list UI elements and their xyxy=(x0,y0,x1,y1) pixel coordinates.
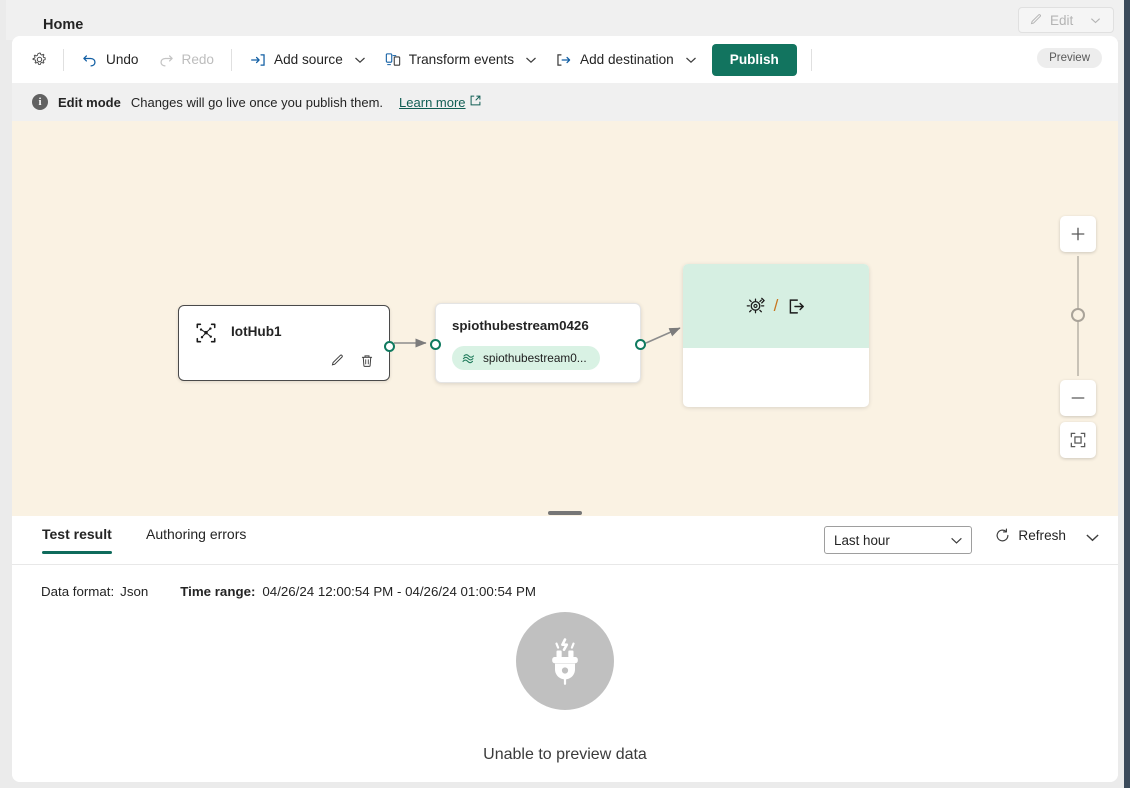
edit-mode-notice: i Edit mode Changes will go live once yo… xyxy=(12,83,1118,121)
ribbon-tabstrip: Home xyxy=(6,0,1124,40)
node-transform-or-destination[interactable]: / Transform events or add destination xyxy=(683,264,869,407)
right-edge-rail xyxy=(1124,0,1130,788)
node-eventstream-pill-label: spiothubestream0... xyxy=(483,351,587,365)
node-iothub-title: IotHub1 xyxy=(231,324,282,339)
node-iothub-output-port[interactable] xyxy=(384,341,395,352)
pencil-icon xyxy=(1030,13,1041,24)
refresh-label: Refresh xyxy=(1018,528,1066,543)
node-eventstream[interactable]: spiothubestream0426 spiothubestream0... xyxy=(430,303,646,383)
zoom-in-button[interactable] xyxy=(1060,216,1096,252)
tab-test-result[interactable]: Test result xyxy=(42,526,112,554)
edit-mode-title: Edit mode xyxy=(58,94,121,110)
publish-button[interactable]: Publish xyxy=(711,43,797,76)
empty-state-message: Unable to preview data xyxy=(483,746,647,763)
settings-button[interactable] xyxy=(24,45,55,75)
node-eventstream-pill[interactable]: spiothubestream0... xyxy=(452,346,600,370)
iot-hub-icon xyxy=(195,322,217,349)
add-source-label: Add source xyxy=(274,52,343,67)
tab-authoring-errors[interactable]: Authoring errors xyxy=(146,526,246,554)
tab-test-result-label: Test result xyxy=(42,526,112,542)
zoom-slider-track[interactable] xyxy=(1071,256,1085,376)
preview-badge-label: Preview xyxy=(1049,52,1090,64)
empty-state: Unable to preview data xyxy=(12,612,1118,764)
result-meta: Data format: Json Time range: 04/26/24 1… xyxy=(41,584,536,599)
node-eventstream-input-port[interactable] xyxy=(430,339,441,350)
chevron-down-icon xyxy=(526,57,536,63)
chevron-down-icon xyxy=(354,57,365,63)
eventstream-canvas[interactable]: IotHub1 spiothubestream0426 spiothubestr… xyxy=(12,121,1118,510)
splitter-handle[interactable] xyxy=(548,511,582,515)
edit-mode-message: Changes will go live once you publish th… xyxy=(130,94,384,110)
chevron-down-icon xyxy=(685,57,696,63)
chevron-down-icon xyxy=(1091,17,1101,23)
learn-more-link[interactable]: Learn more xyxy=(399,95,480,110)
time-range-label: Time range: xyxy=(180,584,256,599)
bottom-panel: Test result Authoring errors Last hour R… xyxy=(12,516,1118,782)
chevron-down-icon xyxy=(951,537,962,544)
refresh-button[interactable]: Refresh xyxy=(994,527,1066,544)
canvas-zoom-controls xyxy=(1060,216,1096,458)
edit-mode-button-label: Edit xyxy=(1050,12,1074,28)
zoom-slider-thumb[interactable] xyxy=(1071,308,1085,322)
data-format-value: Json xyxy=(120,584,149,599)
undo-button[interactable]: Undo xyxy=(72,45,148,75)
toolbar-separator xyxy=(231,48,232,71)
transform-icon xyxy=(746,297,765,313)
transform-events-button[interactable]: Transform events xyxy=(375,45,546,75)
edit-mode-button[interactable]: Edit xyxy=(1018,7,1114,33)
app-root: Home Edit Undo Redo Add source Transform… xyxy=(6,0,1124,788)
refresh-icon xyxy=(996,528,1009,542)
node-eventstream-output-port[interactable] xyxy=(635,339,646,350)
node-eventstream-title: spiothubestream0426 xyxy=(452,318,589,333)
info-icon: i xyxy=(32,94,48,110)
tab-test-result-underline xyxy=(42,551,112,554)
plug-icon xyxy=(516,612,614,710)
export-icon xyxy=(790,298,805,314)
node-transform-icons: / xyxy=(683,264,869,348)
external-link-icon xyxy=(470,95,480,105)
fit-screen-icon xyxy=(1070,432,1086,448)
add-destination-button[interactable]: Add destination xyxy=(546,45,706,75)
trash-icon[interactable] xyxy=(359,353,375,374)
plus-icon xyxy=(1071,227,1085,241)
preview-badge: Preview xyxy=(1037,48,1102,68)
add-source-button[interactable]: Add source xyxy=(240,45,375,75)
redo-icon xyxy=(159,54,173,66)
node-transform-separator: / xyxy=(773,296,779,315)
add-destination-icon xyxy=(557,53,571,66)
command-bar: Undo Redo Add source Transform events Ad… xyxy=(12,36,1118,83)
zoom-out-button[interactable] xyxy=(1060,380,1096,416)
transform-events-icon xyxy=(385,52,400,66)
tab-authoring-errors-label: Authoring errors xyxy=(146,526,247,542)
undo-label: Undo xyxy=(106,52,139,67)
transform-events-label: Transform events xyxy=(408,52,515,67)
time-range-select[interactable]: Last hour xyxy=(824,526,972,554)
gear-icon xyxy=(32,52,46,65)
time-range-select-value: Last hour xyxy=(834,532,890,548)
undo-icon xyxy=(83,54,96,66)
tab-home-label: Home xyxy=(43,17,84,33)
redo-button: Redo xyxy=(148,45,224,75)
toolbar-separator xyxy=(810,48,812,71)
fit-to-screen-button[interactable] xyxy=(1060,422,1096,458)
publish-label: Publish xyxy=(729,52,779,67)
toolbar-separator xyxy=(63,48,64,71)
minus-icon xyxy=(1071,397,1085,399)
bottom-panel-tabs: Test result Authoring errors Last hour R… xyxy=(12,516,1118,565)
eventstream-icon xyxy=(462,353,475,363)
node-iothub-actions xyxy=(329,353,375,374)
add-source-icon xyxy=(251,53,265,66)
redo-label: Redo xyxy=(181,52,215,67)
time-range-value: 04/26/24 12:00:54 PM - 04/26/24 01:00:54… xyxy=(262,584,536,599)
pencil-icon[interactable] xyxy=(329,353,345,374)
data-format-label: Data format: xyxy=(41,584,115,599)
add-destination-label: Add destination xyxy=(580,52,674,67)
main-content-card: Undo Redo Add source Transform events Ad… xyxy=(12,36,1118,782)
node-iothub-source[interactable]: IotHub1 xyxy=(178,305,395,381)
learn-more-label: Learn more xyxy=(399,94,466,110)
refresh-options-chevron-down-icon[interactable] xyxy=(1085,530,1100,545)
